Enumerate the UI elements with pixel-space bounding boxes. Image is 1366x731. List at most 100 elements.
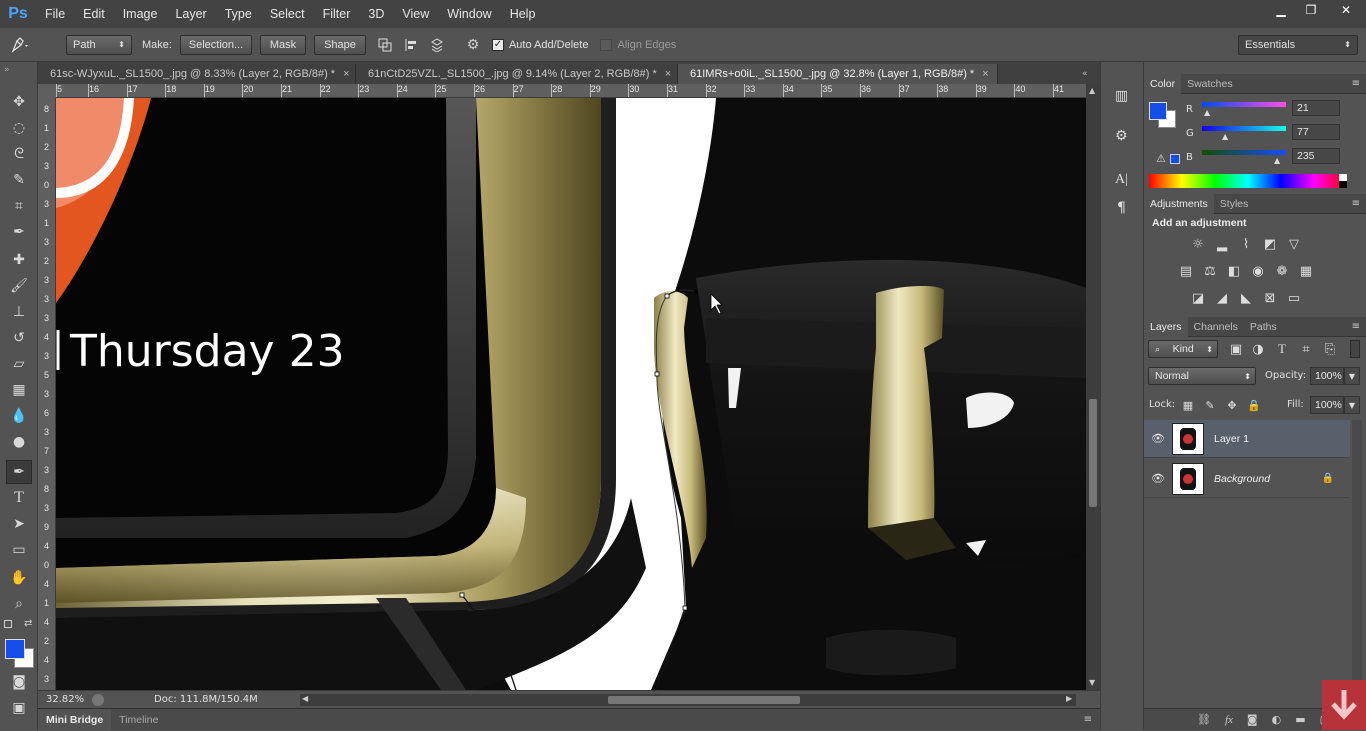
lock-position-icon[interactable]: ✥ [1222,396,1242,414]
web-safe-swatch[interactable] [1170,154,1180,164]
auto-add-delete-option[interactable]: ✓ Auto Add/Delete [491,38,588,51]
menu-file[interactable]: File [36,7,74,21]
hand-tool-icon[interactable]: ✋ [6,566,32,590]
menu-window[interactable]: Window [438,7,500,21]
menu-filter[interactable]: Filter [314,7,360,21]
panel-menu-icon[interactable]: ≡ [1352,321,1360,332]
gradient-tool-icon[interactable]: ▦ [6,378,32,402]
tab-doc-3[interactable]: 61IMRs+o0iL._SL1500_.jpg @ 32.8% (Layer … [678,64,998,84]
g-slider-handle[interactable]: ▲ [1222,132,1228,141]
properties-icon[interactable]: ⚙ [1115,128,1128,144]
path-operations-icon[interactable] [372,38,398,52]
color-balance-icon[interactable]: ⚖ [1200,262,1220,280]
path-alignment-icon[interactable] [398,38,424,52]
menu-help[interactable]: Help [501,7,545,21]
fill-input[interactable]: 100% [1310,396,1344,414]
fx-icon[interactable]: fx [1225,714,1233,726]
layer-row-background[interactable]: 👁 Background 🔒 [1144,460,1350,498]
color-spectrum[interactable] [1149,174,1347,188]
gradient-map-icon[interactable]: ▭ [1284,289,1304,307]
panel-menu-icon[interactable]: ≡ [1352,78,1360,89]
workspace-select[interactable]: Essentials ⬍ [1238,34,1358,55]
zoom-level[interactable]: 32.82% [38,694,86,705]
chevron-down-icon[interactable]: ▼ [1344,367,1360,385]
g-value-input[interactable]: 77 [1292,124,1340,140]
menu-view[interactable]: View [393,7,438,21]
vibrance-icon[interactable]: ▽ [1284,235,1304,253]
shape-button[interactable]: Shape [313,34,366,55]
link-layers-icon[interactable]: ⛓ [1197,713,1211,726]
eraser-tool-icon[interactable]: ▱ [6,352,32,376]
swap-colors-icon[interactable]: ⇄ [24,618,32,629]
vertical-scroll-thumb[interactable] [1089,399,1097,507]
default-colors-icon[interactable] [4,620,12,628]
brightness-icon[interactable]: ☼ [1188,235,1208,253]
filter-smart-object-icon[interactable]: ⎘ [1320,340,1340,358]
menu-layer[interactable]: Layer [166,7,215,21]
r-slider[interactable] [1202,102,1286,107]
menu-edit[interactable]: Edit [74,7,114,21]
clone-stamp-tool-icon[interactable]: ⊥ [6,300,32,324]
tab-doc-2[interactable]: 61nCtD25VZL._SL1500_.jpg @ 9.14% (Layer … [356,64,678,84]
align-edges-checkbox[interactable] [600,38,613,51]
lock-transparent-icon[interactable]: ▦ [1178,396,1198,414]
layers-scrollbar[interactable] [1352,420,1362,710]
horizontal-scroll-thumb[interactable] [608,696,800,704]
menu-select[interactable]: Select [261,7,314,21]
collapse-tools-icon[interactable]: » [4,65,10,75]
add-mask-icon[interactable]: ◙ [1247,713,1258,726]
minimize-button[interactable]: ▁ [1266,0,1296,20]
blend-mode-select[interactable]: Normal ⬍ [1148,367,1256,385]
crop-tool-icon[interactable]: ⌗ [6,194,32,218]
tab-paths[interactable]: Paths [1244,317,1283,337]
layer-filter-select[interactable]: ⌕ Kind ⬍ [1148,340,1218,358]
character-icon[interactable]: A| [1115,172,1128,188]
download-overlay-icon[interactable] [1322,680,1366,730]
mask-button[interactable]: Mask [259,34,306,55]
new-adjustment-icon[interactable]: ◐ [1272,713,1282,726]
screen-mode-icon[interactable]: ▣ [6,696,32,720]
layer-name[interactable]: Layer 1 [1214,433,1249,445]
close-button[interactable]: ✕ [1326,0,1366,20]
dodge-tool-icon[interactable]: ● [6,430,32,454]
invert-icon[interactable]: ◪ [1188,289,1208,307]
black-white-icon[interactable]: ◧ [1224,262,1244,280]
exposure-icon[interactable]: ◩ [1260,235,1280,253]
posterize-icon[interactable]: ◢ [1212,289,1232,307]
scroll-right-icon[interactable]: ▶ [1066,694,1072,703]
b-slider-handle[interactable]: ▲ [1274,156,1280,165]
selection-button[interactable]: Selection... [179,34,252,55]
pen-tool-preset-icon[interactable] [0,36,40,53]
spectrum-white[interactable] [1339,174,1347,181]
photo-filter-icon[interactable]: ◉ [1248,262,1268,280]
menu-3d[interactable]: 3D [359,7,393,21]
zoom-tool-icon[interactable]: ⌕ [6,592,32,616]
r-value-input[interactable]: 21 [1292,100,1340,116]
g-slider[interactable] [1202,126,1286,131]
threshold-icon[interactable]: ◣ [1236,289,1256,307]
filter-pixel-icon[interactable]: ▣ [1226,340,1246,358]
type-tool-icon[interactable]: T [6,486,32,510]
r-slider-handle[interactable]: ▲ [1204,108,1210,117]
opacity-input[interactable]: 100% [1310,367,1344,385]
filter-shape-icon[interactable]: ⌗ [1296,340,1316,358]
eye-icon[interactable]: 👁 [1144,432,1172,445]
lock-all-icon[interactable]: 🔒 [1244,396,1264,414]
new-group-icon[interactable]: ▬ [1295,713,1305,726]
tab-swatches[interactable]: Swatches [1181,74,1239,94]
pen-tool-icon[interactable]: ✒ [6,460,32,484]
move-tool-icon[interactable]: ✥ [6,90,32,114]
chevron-down-icon[interactable]: ▼ [1344,396,1360,414]
menu-image[interactable]: Image [114,7,167,21]
panel-menu-icon[interactable]: ≡ [1084,714,1092,725]
close-icon[interactable]: × [343,68,349,80]
tool-mode-select[interactable]: Path ⬍ [66,34,132,55]
eye-icon[interactable]: 👁 [1144,472,1172,485]
gear-icon[interactable]: ⚙ [460,37,486,53]
foreground-color-swatch[interactable] [5,639,25,659]
channel-mixer-icon[interactable]: ❁ [1272,262,1292,280]
color-panel-foreground-swatch[interactable] [1149,102,1167,120]
scroll-down-icon[interactable]: ▼ [1089,678,1095,687]
path-arrangement-icon[interactable] [424,37,450,52]
levels-icon[interactable]: ▂ [1212,235,1232,253]
